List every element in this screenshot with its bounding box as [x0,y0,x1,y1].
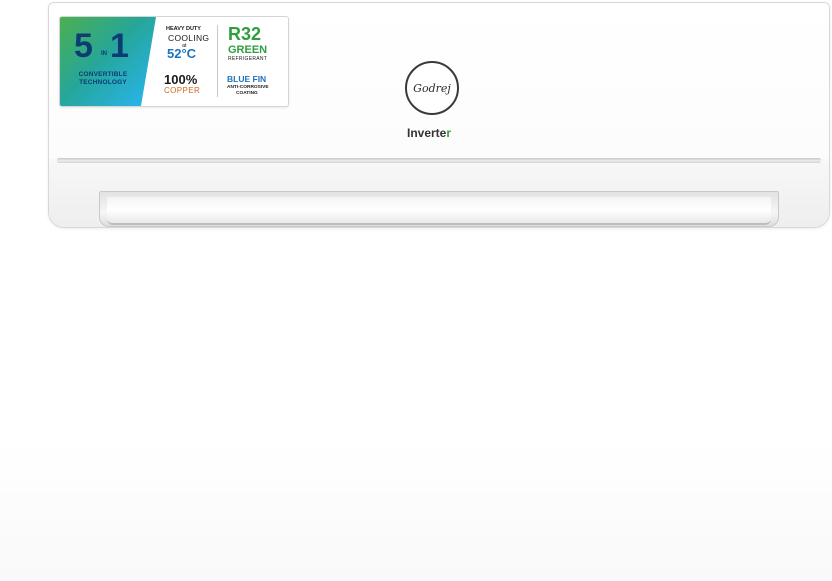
convertible-digit-1: 1 [110,27,129,65]
refrigerant-label-text: REFRIGERANT [228,56,268,62]
refrigerant-code-text: R32 [228,24,262,44]
cooling-text: COOLING [168,33,210,43]
inverter-label-text: Inverte [407,126,447,140]
air-louver [107,197,771,225]
product-image: 5 IN 1 CONVERTIBLE TECHNOLOGY HEAVY DUTY… [0,0,832,581]
blue-fin-text: BLUE FIN [227,74,267,84]
floor-shadow [0,440,832,581]
convertible-technology-text: CONVERTIBLE TECHNOLOGY [78,71,128,86]
brand-logo-text: Godrej [413,81,451,95]
heavy-duty-text: HEAVY DUTY [166,26,201,32]
inverter-label: Inverter [407,126,451,140]
badge-divider [217,25,218,97]
inverter-label-accent: r [446,126,452,140]
refrigerant-type-text: GREEN [228,44,268,56]
brand-logo: Godrej [405,61,459,115]
convertible-in-text: IN [101,51,107,57]
feature-badge: 5 IN 1 CONVERTIBLE TECHNOLOGY HEAVY DUTY… [59,16,289,107]
copper-text: COPPER [164,86,201,95]
coating-text: COATING [236,91,258,96]
convertible-digit-5: 5 [74,27,93,65]
copper-percent-text: 100% [164,72,198,87]
air-conditioner-unit: 5 IN 1 CONVERTIBLE TECHNOLOGY HEAVY DUTY… [48,2,830,228]
temperature-text: 52°C [167,46,197,61]
